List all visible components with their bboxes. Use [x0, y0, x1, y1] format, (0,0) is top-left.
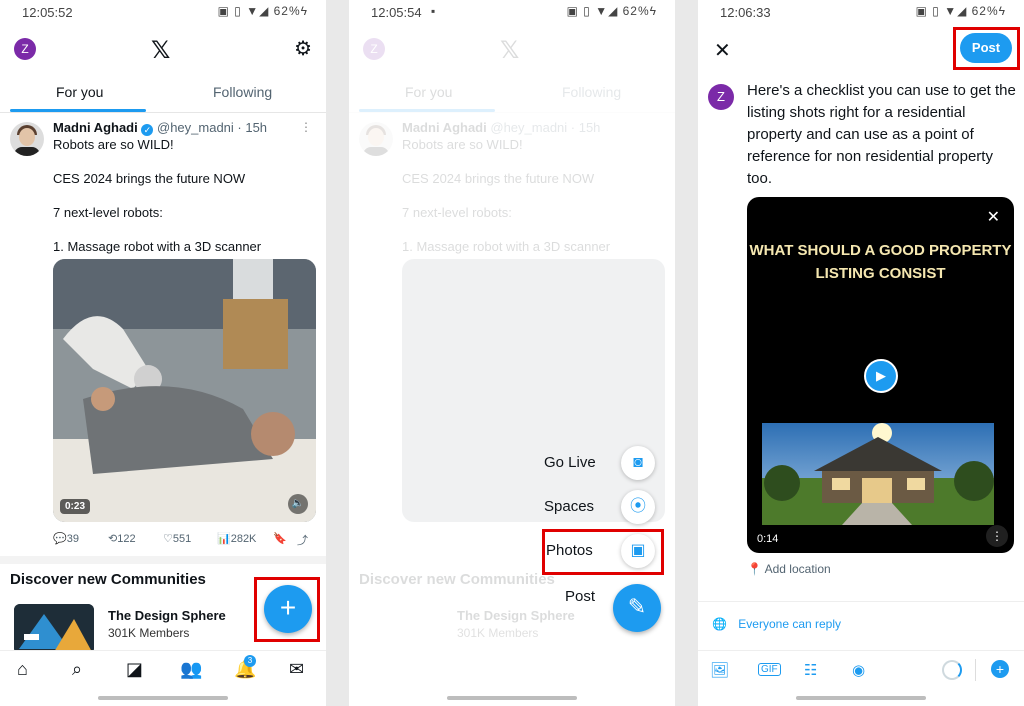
communities-icon[interactable]: 👥 [180, 659, 202, 680]
tab-for-you[interactable]: For you [56, 84, 103, 100]
close-icon[interactable]: ✕ [714, 38, 731, 63]
live-camera-icon[interactable]: ◙ [621, 446, 655, 480]
media-options-icon[interactable]: ⋮ [986, 525, 1008, 547]
image-icon[interactable]: 🖼 [710, 661, 729, 679]
gesture-bar [796, 696, 926, 700]
post-actions: 💬39 ⟲122 ♡551 📊282K 🔖 ⤴ [53, 530, 316, 548]
bottom-nav: ⌂ ⌕ ◪ 👥 🔔 3 ✉ [0, 650, 326, 687]
divider [0, 556, 326, 564]
reply-settings-label: Everyone can reply [738, 617, 842, 631]
screen-compose-post: 12:06:33 ▣ ▯ ▼◢ 62%ϟ ✕ Post Z Here's a c… [698, 0, 1024, 706]
status-time: 12:05:52 [22, 5, 73, 20]
highlight-box [542, 529, 664, 575]
add-location-label: Add location [764, 562, 831, 576]
screen-compose-menu: 12:05:54 ▪ ▣ ▯ ▼◢ 62%ϟ Z 𝕏 For you Follo… [349, 0, 675, 706]
community-image[interactable] [14, 604, 94, 654]
post-header: Madni Aghadi ✓ @hey_madni · 15h [53, 120, 267, 136]
view-count: 282K [230, 533, 257, 545]
more-options-icon[interactable]: ⋮ [300, 120, 312, 134]
views-button[interactable]: 📊282K [217, 532, 256, 545]
grok-icon[interactable]: ◪ [126, 659, 143, 680]
post-text-line: Robots are so WILD! [53, 137, 174, 152]
gesture-bar [447, 696, 577, 700]
globe-icon: 🌐 [712, 617, 727, 631]
video-frame-image [53, 259, 316, 522]
post-video[interactable]: 0:23 🔈 [53, 259, 316, 522]
active-tab-indicator [10, 109, 146, 112]
house-image [762, 423, 994, 525]
search-icon[interactable]: ⌕ [72, 659, 82, 680]
status-icons: ▣ ▯ ▼◢ 62%ϟ [217, 4, 308, 18]
x-logo: 𝕏 [151, 37, 171, 64]
remove-media-icon[interactable]: ✕ [987, 207, 1000, 227]
highlight-box [953, 27, 1020, 70]
poll-icon[interactable]: ☷ [804, 661, 817, 679]
mute-icon[interactable]: 🔈 [288, 494, 308, 514]
avatar[interactable]: Z [14, 38, 36, 60]
status-bar: 12:06:33 ▣ ▯ ▼◢ 62%ϟ [698, 0, 1024, 26]
reply-count: 39 [66, 533, 79, 545]
community-name[interactable]: The Design Sphere [108, 608, 226, 623]
add-thread-icon[interactable]: + [991, 660, 1009, 678]
feed-tabs: For you Following [0, 78, 326, 113]
add-location-row[interactable]: 📍 Add location [747, 562, 831, 576]
location-pin-icon: 📍 [747, 562, 762, 576]
video-duration: 0:23 [60, 499, 91, 514]
community-members: 301K Members [108, 626, 190, 640]
author-avatar[interactable] [10, 122, 44, 156]
screen-home-feed: 12:05:52 ▣ ▯ ▼◢ 62%ϟ Z 𝕏 ⚙ For you Follo… [0, 0, 326, 706]
attached-video[interactable]: ✕ WHAT SHOULD A GOOD PROPERTY LISTING CO… [747, 197, 1014, 553]
compose-toolbar: 🖼 GIF ☷ ◉ + [698, 650, 1024, 687]
author-handle: @hey_madni · 15h [157, 120, 268, 135]
location-icon[interactable]: ◉ [852, 661, 865, 679]
character-count-ring-icon [942, 660, 962, 680]
toolbar-separator [975, 659, 976, 681]
avatar: Z [708, 84, 734, 110]
post-text-line: 7 next-level robots: [53, 205, 163, 220]
post-text-line: CES 2024 brings the future NOW [53, 171, 246, 186]
video-duration: 0:14 [757, 533, 779, 545]
messages-envelope-icon[interactable]: ✉ [289, 659, 304, 680]
like-count: 551 [172, 533, 192, 545]
gif-icon[interactable]: GIF [758, 663, 781, 676]
status-bar: 12:05:52 ▣ ▯ ▼◢ 62%ϟ [0, 0, 326, 26]
author-name[interactable]: Madni Aghadi [53, 120, 138, 135]
repost-count: 122 [117, 533, 136, 545]
status-icons: ▣ ▯ ▼◢ 62%ϟ [915, 4, 1006, 18]
reply-settings-row[interactable]: 🌐 Everyone can reply [712, 617, 841, 631]
post-text-line: 1. Massage robot with a 3D scanner [53, 239, 262, 254]
video-title-text: WHAT SHOULD A GOOD PROPERTY LISTING CONS… [749, 242, 1012, 282]
reply-button[interactable]: 💬39 [53, 532, 79, 545]
compose-text-input[interactable]: Here's a checklist you can use to get th… [747, 80, 1017, 190]
verified-badge-icon: ✓ [141, 124, 154, 136]
divider [698, 601, 1024, 602]
status-time: 12:06:33 [720, 5, 771, 20]
settings-gear-icon[interactable]: ⚙ [294, 36, 312, 61]
bookmark-icon[interactable]: 🔖 [273, 532, 287, 545]
share-icon[interactable]: ⤴ [297, 532, 308, 548]
play-icon[interactable]: ▶ [864, 359, 898, 393]
compose-feather-icon[interactable]: ✎ [613, 584, 661, 632]
top-bar: Z 𝕏 ⚙ [0, 30, 326, 70]
highlight-box [254, 577, 320, 642]
repost-button[interactable]: ⟲122 [108, 532, 136, 545]
menu-spaces-label[interactable]: Spaces [544, 498, 594, 515]
menu-go-live-label[interactable]: Go Live [544, 454, 596, 471]
gesture-bar [98, 696, 228, 700]
spaces-icon[interactable]: ⦿ [621, 490, 655, 524]
tab-following[interactable]: Following [213, 84, 272, 100]
menu-post-label[interactable]: Post [565, 588, 595, 605]
like-button[interactable]: ♡551 [163, 532, 191, 545]
notification-badge: 3 [244, 655, 256, 667]
communities-heading: Discover new Communities [10, 571, 206, 588]
home-icon[interactable]: ⌂ [17, 659, 28, 680]
